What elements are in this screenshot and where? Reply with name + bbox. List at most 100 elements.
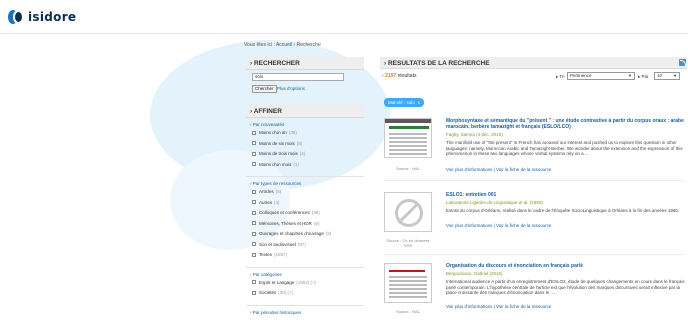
result-title-link[interactable]: Morphosyntaxe et sémantique du "présent … — [446, 118, 686, 130]
facet-count: (8) — [296, 140, 303, 146]
result-links[interactable]: Voir plus d'informations | Voir la fiche… — [446, 223, 551, 228]
count-arrow: › — [382, 73, 384, 79]
facet-count: (5) — [325, 231, 332, 236]
checkbox[interactable] — [252, 141, 256, 145]
facet-item[interactable]: Mémoires, Thèses et HDR (9) — [252, 221, 364, 226]
facet-group-periods: › Par périodes historiques — [246, 310, 364, 320]
facet-item[interactable]: Moins d'un mois (1) — [252, 162, 364, 167]
sort-value: Pertinence — [570, 73, 592, 78]
checkbox[interactable] — [252, 231, 256, 236]
results-count-value: 2157 — [385, 73, 397, 79]
facet-item[interactable]: Moins de six mois (8) — [252, 141, 364, 146]
result-divider — [384, 180, 684, 181]
facet-item[interactable]: Son et audiovisuel (97) — [252, 242, 364, 247]
rss-icon[interactable] — [679, 59, 686, 66]
result-title-link[interactable]: Organisation du discours et énonciation … — [446, 263, 686, 269]
no-image-icon[interactable] — [384, 192, 432, 232]
facet-label: Articles — [259, 189, 274, 194]
result-author: Faghy, Samira (4 déc. 2010) — [446, 132, 503, 137]
facet-count: (1) — [293, 161, 299, 167]
results-count-label: résultats — [397, 73, 417, 79]
sort-label: ▸ Tri — [556, 74, 565, 79]
result-author: Bergounioux, Gabriel (2015) — [446, 271, 503, 276]
facet-count: (35) — [288, 130, 297, 135]
result-links[interactable]: Voir plus d'informations | Voir la fiche… — [446, 304, 551, 309]
checkbox[interactable] — [252, 151, 256, 156]
facet-label: Moins de trois mois — [259, 151, 298, 156]
facet-label: Sociétés — [259, 290, 277, 295]
logo-text: isidore — [28, 10, 77, 24]
facet-label: Moins d'un an — [259, 130, 287, 135]
facet-group-title[interactable]: › Par périodes historiques — [250, 310, 364, 315]
facet-group-title[interactable]: › Par catégories — [250, 272, 364, 277]
checkbox[interactable] — [252, 162, 256, 166]
facet-item[interactable]: Textes (1557) — [252, 252, 364, 257]
facet-count: (9) — [313, 220, 320, 226]
facet-item[interactable]: Colloques et conférences (36) — [252, 210, 364, 215]
facet-count: (30) [+] — [278, 290, 293, 295]
facet-item[interactable]: Sociétés (30) [+] — [252, 290, 364, 295]
per-page-select[interactable]: 10 ▼ — [654, 72, 680, 80]
search-panel-title: › RECHERCHER — [246, 57, 364, 70]
facet-label: Moins d'un mois — [259, 161, 292, 167]
top-header: isidore — [0, 0, 688, 34]
active-filter-chip[interactable]: Mot-clé : solo x — [384, 98, 425, 107]
close-icon[interactable]: x — [418, 100, 420, 105]
facet-group-title[interactable]: › Par nouveautés — [250, 122, 364, 127]
facet-count: (36) — [311, 210, 320, 215]
chevron-down-icon: ▼ — [673, 73, 677, 78]
sort-select[interactable]: Pertinence ▼ — [567, 72, 635, 80]
isidore-logo[interactable]: isidore — [8, 9, 76, 25]
result-title-link[interactable]: ESLO1: entretien 001 — [446, 192, 686, 198]
facet-item[interactable]: Moins d'un an (35) — [252, 130, 364, 135]
checkbox[interactable] — [252, 200, 256, 204]
facet-label: Son et audiovisuel — [259, 241, 296, 247]
result-links[interactable]: Voir plus d'informations | Voir la fiche… — [446, 167, 551, 172]
result-author: Laboratoire Ligérien de Linguistique et … — [446, 200, 543, 205]
facet-group-categories: › Par catégories Esprit et Langage (1962)… — [246, 272, 364, 306]
checkbox[interactable] — [252, 221, 256, 225]
facet-count: (97) — [297, 241, 306, 247]
breadcrumb-home-link[interactable]: Accueil — [276, 42, 292, 48]
isidore-logo-icon — [8, 9, 24, 25]
result-description: International audience A partir d'un enr… — [446, 279, 685, 296]
result-thumbnail[interactable] — [384, 263, 432, 303]
facet-group-title[interactable]: › Par types de ressources — [250, 181, 364, 186]
facet-label: Moins de six mois — [259, 140, 295, 146]
facet-list: › Par nouveautés Moins d'un an (35) Moins… — [246, 118, 364, 320]
facet-count: (1557) — [274, 252, 288, 257]
facet-count: (4) — [274, 199, 280, 205]
per-page-value: 10 — [657, 73, 663, 78]
chevron-down-icon: ▼ — [628, 73, 632, 78]
facet-label: Mémoires, Thèses et HDR — [259, 220, 312, 226]
checkbox[interactable] — [252, 210, 256, 215]
result-thumbnail[interactable] — [384, 118, 432, 158]
facet-item[interactable]: Ouvrages et chapitres d'ouvrage (5) — [252, 231, 364, 236]
result-source: Source : HAL — [396, 309, 420, 314]
checkbox[interactable] — [252, 280, 256, 284]
facet-item[interactable]: Autres (4) — [252, 200, 364, 205]
refine-panel-title: › AFFINER — [246, 105, 364, 118]
search-input[interactable]: solo — [252, 73, 344, 81]
checkbox[interactable] — [252, 252, 256, 257]
facet-item[interactable]: Moins de trois mois (4) — [252, 151, 364, 156]
filter-chip-label: Mot-clé : solo — [388, 100, 415, 105]
facet-count: (1962) [+] — [296, 279, 316, 285]
search-button[interactable]: Chercher — [252, 85, 277, 93]
result-source: Source : HAL — [396, 166, 420, 171]
checkbox[interactable] — [252, 290, 256, 295]
more-options-link[interactable]: Plus d'options — [277, 86, 305, 91]
result-source: Source : Ch-ed données SHS — [386, 238, 430, 248]
facet-label: Textes — [259, 252, 273, 257]
result-divider — [384, 254, 684, 255]
checkbox[interactable] — [252, 130, 256, 135]
facet-count: (4) — [299, 151, 306, 156]
facet-item[interactable]: Esprit et Langage (1962) [+] — [252, 280, 364, 285]
result-description: Extrait du corpus d'Orléans, réalisé dan… — [446, 208, 680, 213]
checkbox[interactable] — [252, 242, 256, 246]
results-panel-title: › RESULTATS DE LA RECHERCHE — [380, 57, 687, 69]
breadcrumb-current: Recherche — [296, 42, 321, 48]
checkbox[interactable] — [252, 189, 256, 194]
facet-item[interactable]: Articles (6) — [252, 189, 364, 194]
result-description: The manifold use of "the present" in Fre… — [446, 140, 683, 157]
